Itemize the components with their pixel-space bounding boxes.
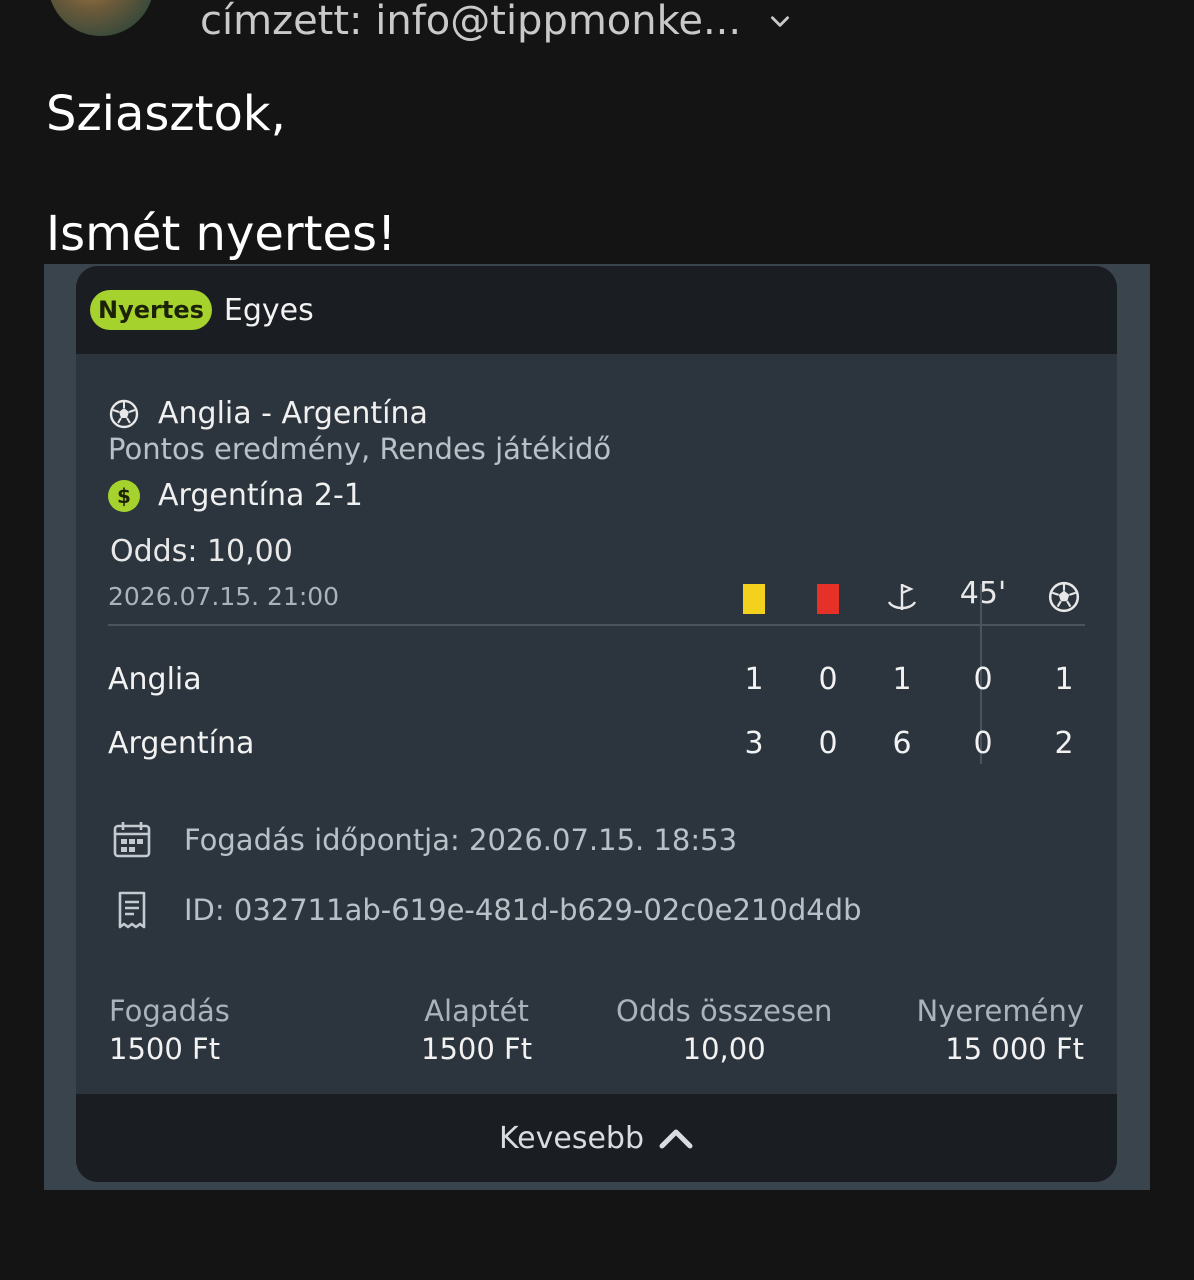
red-card-icon bbox=[817, 584, 839, 614]
selection-row: $ Argentína 2-1 bbox=[108, 478, 363, 513]
win-value: 15 000 Ft bbox=[945, 1032, 1084, 1066]
recipient-line[interactable]: címzett: info@tippmonke... bbox=[200, 0, 793, 44]
stat-halftime: 0 bbox=[973, 726, 993, 761]
odds-text: Odds: 10,00 bbox=[110, 534, 293, 569]
win-label: Nyeremény bbox=[916, 994, 1084, 1028]
receipt-icon bbox=[118, 891, 146, 929]
collapse-label: Kevesebb bbox=[498, 1120, 645, 1156]
bet-screenshot: Nyertes Egyes Anglia - Argentína Pontos … bbox=[44, 264, 1150, 1190]
bet-time: Fogadás időpontja: 2026.07.15. 18:53 bbox=[184, 823, 738, 857]
stat-corner: 1 bbox=[892, 662, 912, 697]
match-datetime: 2026.07.15. 21:00 bbox=[108, 582, 340, 611]
stat-corner: 6 bbox=[892, 726, 912, 761]
team-row: Argentína 3 0 6 0 2 bbox=[108, 720, 1085, 770]
stat-goals: 1 bbox=[1054, 662, 1074, 697]
corner-flag-icon bbox=[887, 583, 917, 610]
stake-label: Fogadás bbox=[109, 994, 230, 1028]
calendar-icon bbox=[113, 822, 151, 858]
soccer-ball-icon bbox=[1048, 581, 1080, 613]
base-value: 1500 Ft bbox=[421, 1032, 533, 1066]
stat-red: 0 bbox=[818, 662, 838, 697]
email-greeting: Sziasztok, bbox=[46, 86, 286, 142]
stat-goals: 2 bbox=[1054, 726, 1074, 761]
stat-red: 0 bbox=[818, 726, 838, 761]
sender-avatar[interactable] bbox=[48, 0, 154, 36]
summary-stake: Fogadás 1500 Ft bbox=[109, 994, 230, 1066]
team-name: Anglia bbox=[108, 662, 202, 697]
yellow-card-icon bbox=[743, 584, 765, 614]
chevron-up-icon bbox=[659, 1129, 693, 1149]
bet-card-header: Nyertes Egyes bbox=[76, 266, 1117, 354]
team-row: Anglia 1 0 1 0 1 bbox=[108, 656, 1085, 706]
base-label: Alaptét bbox=[424, 994, 529, 1028]
odds-value: 10,00 bbox=[682, 1032, 766, 1066]
stat-yellow: 1 bbox=[744, 662, 764, 697]
soccer-ball-icon bbox=[109, 399, 139, 428]
chevron-down-icon[interactable] bbox=[767, 8, 793, 34]
status-badge: Nyertes bbox=[90, 290, 212, 330]
summary-odds: Odds összesen 10,00 bbox=[616, 994, 832, 1066]
bet-time-row: Fogadás időpontja: 2026.07.15. 18:53 bbox=[110, 818, 737, 862]
bet-id: ID: 032711ab-619e-481d-b629-02c0e210d4db bbox=[184, 893, 862, 927]
bet-card: Nyertes Egyes Anglia - Argentína Pontos … bbox=[76, 266, 1117, 1182]
summary-base: Alaptét 1500 Ft bbox=[421, 994, 532, 1066]
stat-halftime: 0 bbox=[973, 662, 993, 697]
stake-value: 1500 Ft bbox=[109, 1032, 221, 1066]
event-name: Anglia - Argentína bbox=[158, 396, 428, 431]
collapse-button[interactable]: Kevesebb bbox=[76, 1094, 1117, 1182]
team-name: Argentína bbox=[108, 726, 255, 761]
scoreboard-header: 2026.07.15. 21:00 45' bbox=[108, 574, 1085, 626]
dollar-icon: $ bbox=[108, 479, 140, 512]
summary-win: Nyeremény 15 000 Ft bbox=[917, 994, 1084, 1066]
email-message: Ismét nyertes! bbox=[46, 206, 397, 262]
bet-type: Egyes bbox=[223, 292, 314, 328]
market-name: Pontos eredmény, Rendes játékidő bbox=[108, 432, 612, 466]
selection-name: Argentína 2-1 bbox=[158, 478, 363, 513]
event-row: Anglia - Argentína bbox=[108, 396, 428, 431]
bet-card-body: Anglia - Argentína Pontos eredmény, Rend… bbox=[76, 354, 1117, 1094]
half-time-header: 45' bbox=[959, 576, 1007, 611]
stat-yellow: 3 bbox=[744, 726, 764, 761]
recipient-text: címzett: info@tippmonke... bbox=[200, 0, 742, 44]
odds-label: Odds összesen bbox=[616, 994, 833, 1028]
bet-id-row: ID: 032711ab-619e-481d-b629-02c0e210d4db bbox=[110, 888, 862, 932]
